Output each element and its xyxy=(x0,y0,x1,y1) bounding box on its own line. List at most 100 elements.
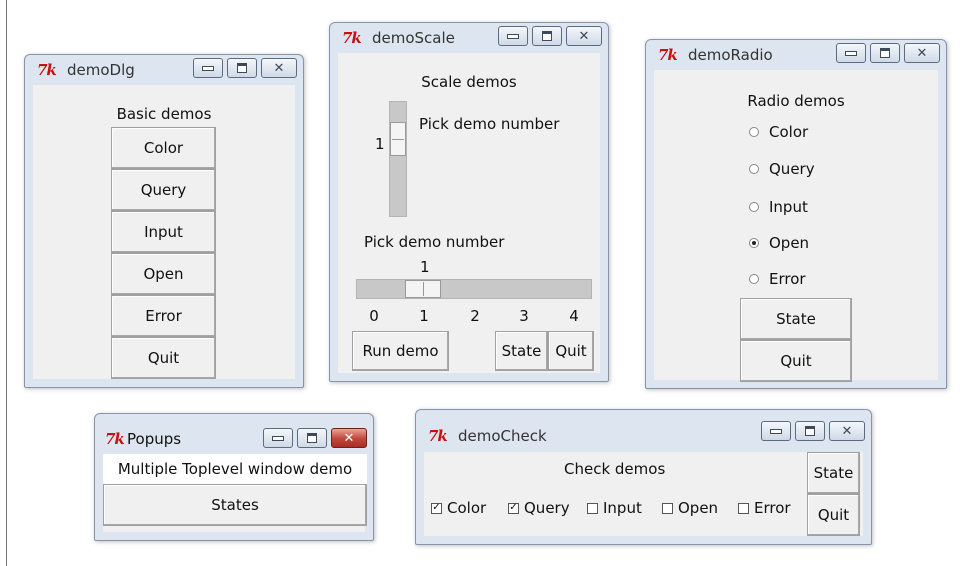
radio-indicator xyxy=(749,164,759,174)
color-button[interactable]: Color xyxy=(111,127,216,169)
vertical-scale-thumb[interactable] xyxy=(390,122,406,156)
query-button[interactable]: Query xyxy=(111,169,216,211)
close-icon: ✕ xyxy=(841,423,853,439)
maximize-icon xyxy=(805,426,815,436)
radio-indicator-selected xyxy=(749,238,759,248)
popups-message: Multiple Toplevel window demo xyxy=(103,454,367,484)
demodlg-titlebar[interactable]: 7k demoDlg ✕ xyxy=(25,55,303,85)
minimize-button[interactable] xyxy=(193,58,223,78)
input-button[interactable]: Input xyxy=(111,211,216,253)
radio-open[interactable]: Open xyxy=(749,234,809,252)
demodlg-title: demoDlg xyxy=(67,61,135,79)
close-button[interactable]: ✕ xyxy=(331,428,367,448)
error-button[interactable]: Error xyxy=(111,295,216,337)
minimize-button[interactable] xyxy=(498,26,528,46)
check-label: Color xyxy=(447,499,487,517)
radio-query[interactable]: Query xyxy=(749,160,815,178)
popups-title: Popups xyxy=(127,430,182,448)
radio-indicator xyxy=(749,274,759,284)
demoscale-titlebar[interactable]: 7k demoScale ✕ xyxy=(330,23,608,53)
minimize-button[interactable] xyxy=(761,421,791,441)
demoscale-heading: Scale demos xyxy=(421,73,517,91)
maximize-button[interactable] xyxy=(532,26,562,46)
radio-label: Color xyxy=(769,123,809,141)
tk-feather-icon: 7k xyxy=(105,430,125,448)
demodlg-client: Basic demos Color Query Input Open Error… xyxy=(33,85,295,379)
close-button[interactable]: ✕ xyxy=(261,58,297,78)
tk-feather-icon: 7k xyxy=(428,427,448,445)
maximize-button[interactable] xyxy=(870,43,900,63)
hscale-tick: 2 xyxy=(470,307,480,325)
maximize-button[interactable] xyxy=(227,58,257,78)
demoradio-title: demoRadio xyxy=(688,46,773,64)
hscale-tick: 3 xyxy=(519,307,529,325)
check-input[interactable]: Input xyxy=(587,499,642,517)
run-demo-button[interactable]: Run demo xyxy=(352,331,449,371)
vscale-label: Pick demo number xyxy=(419,115,560,133)
vertical-scale[interactable] xyxy=(389,101,407,217)
maximize-icon xyxy=(542,31,552,41)
minimize-icon xyxy=(202,65,214,71)
popups-client: Multiple Toplevel window demo States xyxy=(103,454,367,532)
checkbox-indicator xyxy=(587,502,598,514)
states-button[interactable]: States xyxy=(103,484,367,526)
check-color[interactable]: ✓ Color xyxy=(431,499,486,517)
horizontal-scale[interactable] xyxy=(356,279,592,299)
democheck-title: demoCheck xyxy=(458,427,547,445)
check-query[interactable]: ✓ Query xyxy=(508,499,570,517)
popups-titlebar[interactable]: 7k Popups ✕ xyxy=(95,414,373,448)
maximize-icon xyxy=(307,433,317,443)
demoradio-client: Radio demos Color Query Input Open Error… xyxy=(654,70,938,382)
quit-button[interactable]: Quit xyxy=(111,337,216,379)
maximize-button[interactable] xyxy=(795,421,825,441)
minimize-button[interactable] xyxy=(263,428,293,448)
demodlg-window: 7k demoDlg ✕ Basic demos Color Query Inp… xyxy=(24,54,304,388)
radio-label: Error xyxy=(769,270,806,288)
check-error[interactable]: Error xyxy=(738,499,791,517)
demoscale-client: Scale demos 1 Pick demo number Pick demo… xyxy=(338,53,600,373)
check-label: Error xyxy=(754,499,791,517)
radio-indicator xyxy=(749,202,759,212)
state-button[interactable]: State xyxy=(807,452,860,494)
minimize-button[interactable] xyxy=(836,43,866,63)
demoscale-title: demoScale xyxy=(372,29,455,47)
radio-color[interactable]: Color xyxy=(749,123,808,141)
quit-button[interactable]: Quit xyxy=(548,331,594,371)
demoscale-window: 7k demoScale ✕ Scale demos 1 Pick demo n… xyxy=(329,22,609,382)
maximize-button[interactable] xyxy=(297,428,327,448)
radio-input[interactable]: Input xyxy=(749,198,808,216)
vscale-value: 1 xyxy=(375,135,385,153)
tk-feather-icon: 7k xyxy=(37,61,57,79)
minimize-icon xyxy=(845,50,857,56)
minimize-icon xyxy=(770,428,782,434)
close-button[interactable]: ✕ xyxy=(904,43,940,63)
open-button[interactable]: Open xyxy=(111,253,216,295)
quit-button[interactable]: Quit xyxy=(807,494,860,536)
tk-feather-icon: 7k xyxy=(658,46,678,64)
hscale-tick: 1 xyxy=(419,307,429,325)
checkbox-indicator xyxy=(738,502,749,514)
horizontal-scale-thumb[interactable] xyxy=(405,280,441,298)
demodlg-heading: Basic demos xyxy=(116,105,212,123)
state-button[interactable]: State xyxy=(495,331,548,371)
radio-label: Input xyxy=(769,198,808,216)
close-button[interactable]: ✕ xyxy=(829,421,865,441)
hscale-tick: 4 xyxy=(569,307,579,325)
close-button[interactable]: ✕ xyxy=(566,26,602,46)
demoradio-window: 7k demoRadio ✕ Radio demos Color Query I… xyxy=(645,39,947,389)
check-open[interactable]: Open xyxy=(662,499,718,517)
democheck-client: Check demos State Quit ✓ Color ✓ Query I… xyxy=(424,452,863,536)
checkbox-indicator xyxy=(662,502,673,514)
checkbox-indicator-checked: ✓ xyxy=(508,502,519,514)
state-button[interactable]: State xyxy=(740,298,852,340)
close-icon: ✕ xyxy=(916,45,928,61)
demoradio-titlebar[interactable]: 7k demoRadio ✕ xyxy=(646,40,946,70)
radio-error[interactable]: Error xyxy=(749,270,806,288)
democheck-titlebar[interactable]: 7k demoCheck ✕ xyxy=(416,410,871,445)
check-label: Query xyxy=(524,499,570,517)
maximize-icon xyxy=(880,48,890,58)
democheck-heading: Check demos xyxy=(564,460,666,478)
hscale-value: 1 xyxy=(420,258,430,276)
hscale-label: Pick demo number xyxy=(364,233,505,251)
quit-button[interactable]: Quit xyxy=(740,340,852,382)
